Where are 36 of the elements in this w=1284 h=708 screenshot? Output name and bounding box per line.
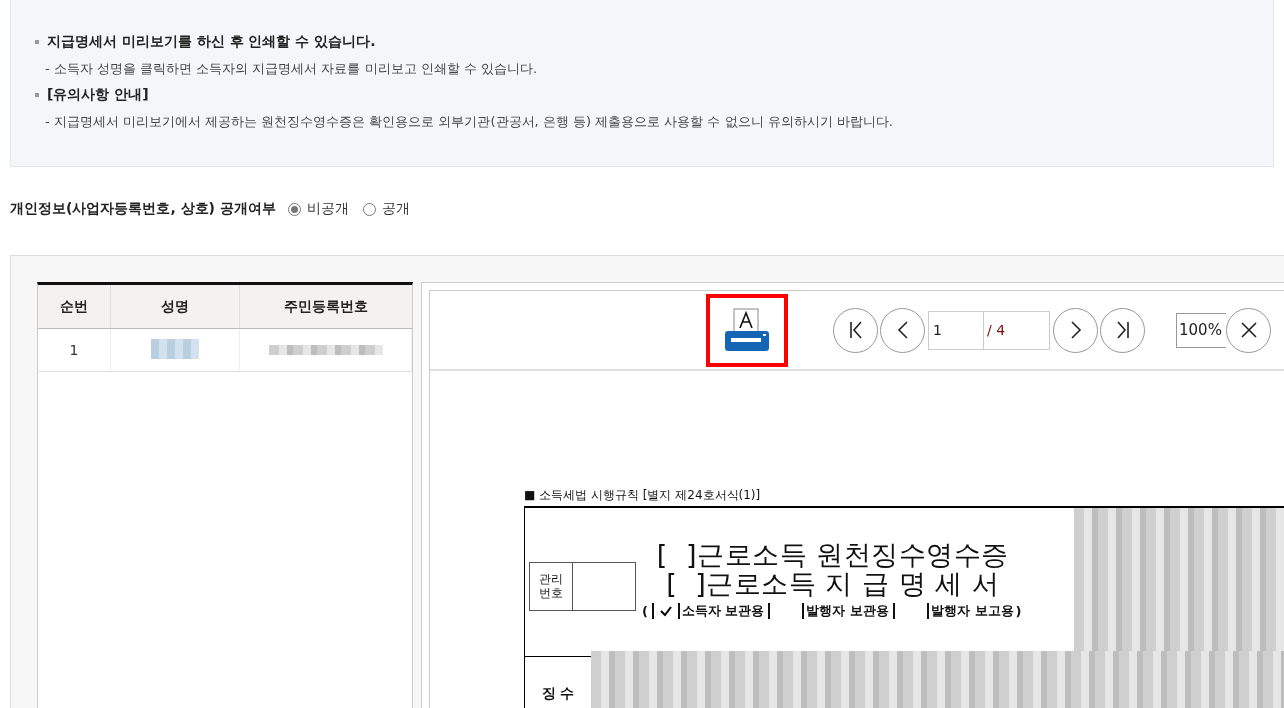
next-page-button[interactable] xyxy=(1053,307,1098,353)
bullet-icon xyxy=(35,40,39,44)
form-header: ■ 소득세법 시행규칙 [별지 제24호서식(1)] xyxy=(524,487,762,504)
radio-button[interactable] xyxy=(287,202,301,216)
copy-label: 발행자 보관용 xyxy=(806,602,889,620)
check-icon xyxy=(658,605,673,617)
column-header: 성명 xyxy=(110,285,240,329)
copy-paren: ( xyxy=(642,603,648,619)
form-title: [ ]근로소득 원천징수영수증 xyxy=(656,540,1009,569)
zoom-field[interactable]: 100% xyxy=(1176,312,1226,348)
first-page-button[interactable] xyxy=(833,307,878,353)
notice-title: [유의사항 안내] xyxy=(47,86,149,104)
column-header: 주민등록번호 xyxy=(239,285,412,329)
copy-label: 소득자 보관용 xyxy=(681,602,765,620)
copy-label: 발행자 보고용 xyxy=(931,602,1014,620)
radio-label[interactable]: 공개 xyxy=(381,200,410,218)
copy-paren: ) xyxy=(1015,603,1022,619)
printer-icon xyxy=(723,307,771,353)
page-number-field[interactable]: 1 xyxy=(928,310,984,350)
radio-label[interactable]: 비공개 xyxy=(306,200,349,218)
form-title: [ ]근로소득 지 급 명 세 서 xyxy=(666,569,1000,598)
close-icon xyxy=(1238,320,1259,340)
notice-text: - 지급명세서 미리보기에서 제공하는 원천징수영수증은 확인용으로 외부기관(관공서, 은행 등) 제출용으로 사용할 수 없으니 유의하시기 바랍니다. xyxy=(44,113,894,131)
previous-page-button[interactable] xyxy=(880,307,925,353)
privacy-label: 개인정보(사업자등록번호, 상호) 공개여부 xyxy=(10,200,276,218)
last-page-button[interactable] xyxy=(1100,307,1145,353)
notice-text: - 소득자 성명을 클릭하면 소득자의 지급명세서 자료를 미리보고 인쇄할 수 있습니다. xyxy=(44,60,539,78)
notice-title: 지급명세서 미리보기를 하신 후 인쇄할 수 있습니다. xyxy=(47,33,376,51)
page-total: / 4 xyxy=(984,310,1050,350)
bullet-icon xyxy=(35,93,39,97)
table-cell: 1 xyxy=(38,328,111,372)
column-header: 순번 xyxy=(38,285,111,329)
close-button[interactable] xyxy=(1226,307,1271,353)
print-button[interactable] xyxy=(706,293,788,367)
section-label: 징 수 xyxy=(540,684,576,703)
radio-button[interactable] xyxy=(362,202,376,216)
